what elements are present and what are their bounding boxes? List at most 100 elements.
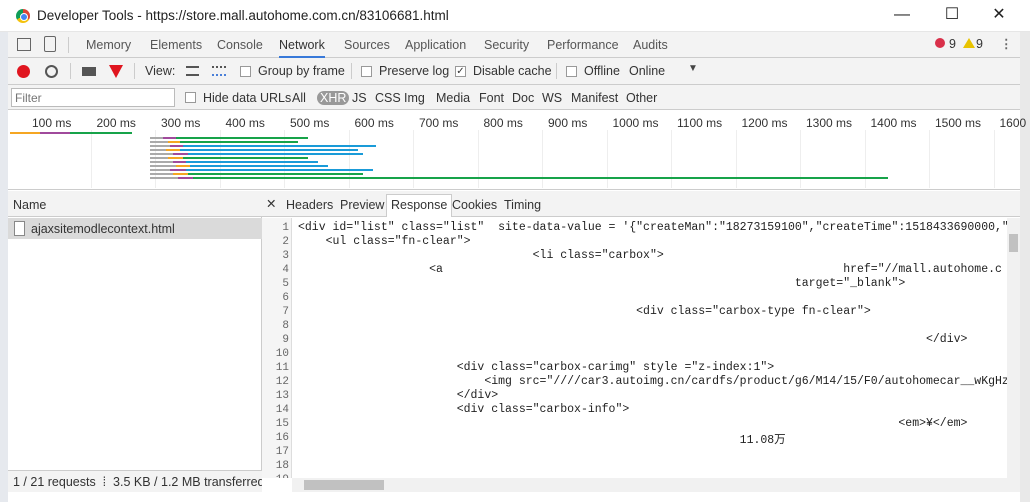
device-toolbar-icon[interactable] bbox=[44, 36, 56, 52]
preserve-log-checkbox[interactable] bbox=[361, 66, 372, 77]
waterfall-bar bbox=[150, 153, 173, 155]
vertical-scrollbar[interactable] bbox=[1007, 218, 1020, 478]
throttling-select[interactable]: Online bbox=[629, 64, 665, 78]
divider bbox=[134, 63, 135, 79]
filter-type-js[interactable]: JS bbox=[352, 91, 367, 105]
waterfall-bar bbox=[170, 145, 183, 147]
clear-icon[interactable] bbox=[45, 65, 58, 78]
large-rows-icon[interactable] bbox=[186, 66, 199, 76]
code-line: <div class="carbox-info"> bbox=[298, 403, 630, 416]
tab-timing[interactable]: Timing bbox=[504, 198, 541, 212]
waterfall-bar bbox=[186, 161, 318, 163]
warning-count[interactable]: 9 bbox=[976, 37, 983, 51]
timeline-gridline bbox=[800, 130, 801, 188]
tab-performance[interactable]: Performance bbox=[547, 38, 619, 52]
capture-screenshots-icon[interactable] bbox=[82, 67, 96, 76]
close-detail-icon[interactable]: ✕ bbox=[266, 196, 276, 211]
tab-console[interactable]: Console bbox=[217, 38, 263, 52]
network-overview[interactable]: 100 ms 200 ms 300 ms 400 ms 500 ms 600 ms 700 … bbox=[8, 110, 1026, 190]
waterfall-bar bbox=[180, 141, 298, 143]
timeline-tick-label: 1300 ms bbox=[806, 116, 853, 130]
name-column-header[interactable]: Name bbox=[8, 191, 262, 217]
timeline-gridline bbox=[864, 130, 866, 188]
waterfall-bar bbox=[150, 173, 173, 175]
timeline-gridline bbox=[348, 130, 350, 188]
timeline-tick-label: 1500 ms bbox=[935, 116, 982, 130]
tab-response[interactable]: Response bbox=[386, 194, 453, 217]
disable-cache-checkbox[interactable] bbox=[455, 66, 466, 77]
tab-headers[interactable]: Headers bbox=[286, 198, 333, 212]
line-number: 13 bbox=[275, 390, 289, 402]
error-icon[interactable] bbox=[935, 38, 945, 48]
tab-cookies[interactable]: Cookies bbox=[452, 198, 497, 212]
filter-input[interactable] bbox=[11, 88, 175, 107]
window-title: Developer Tools - https://store.mall.aut… bbox=[37, 8, 449, 23]
tab-application[interactable]: Application bbox=[405, 38, 466, 52]
waterfall-bar bbox=[150, 169, 170, 171]
waterfall-bar bbox=[150, 137, 163, 139]
error-count[interactable]: 9 bbox=[949, 37, 956, 51]
record-icon[interactable] bbox=[17, 65, 30, 78]
waterfall-bar bbox=[170, 169, 186, 171]
divider bbox=[556, 63, 557, 79]
filter-type-all[interactable]: All bbox=[292, 91, 306, 105]
close-window-button[interactable]: ✕ bbox=[979, 4, 1019, 28]
tab-elements[interactable]: Elements bbox=[150, 38, 202, 52]
code-line: <div id="list" class="list" site-data-va… bbox=[298, 221, 1007, 234]
filter-type-font[interactable]: Font bbox=[479, 91, 504, 105]
filter-type-other[interactable]: Other bbox=[626, 91, 657, 105]
timeline-tick-label: 200 ms bbox=[96, 116, 136, 130]
line-number: 4 bbox=[282, 264, 289, 276]
tab-audits[interactable]: Audits bbox=[633, 38, 668, 52]
offline-checkbox[interactable] bbox=[566, 66, 577, 77]
waterfall-bar bbox=[188, 153, 363, 155]
more-options-icon[interactable]: ⋮ bbox=[1000, 36, 1013, 51]
tab-security[interactable]: Security bbox=[484, 38, 529, 52]
timeline-gridline bbox=[993, 130, 995, 188]
code-line: <em>¥</em> bbox=[298, 417, 968, 430]
timeline-gridline bbox=[542, 130, 543, 188]
request-row[interactable]: ajaxsitemodlecontext.html bbox=[8, 218, 262, 239]
chevron-down-icon[interactable]: ▼ bbox=[688, 63, 698, 74]
filter-type-ws[interactable]: WS bbox=[542, 91, 562, 105]
timeline-tick-label: 1000 ms bbox=[612, 116, 659, 130]
waterfall-bar bbox=[183, 157, 308, 159]
waterfall-bar bbox=[10, 132, 40, 134]
filter-type-xhr[interactable]: XHR bbox=[317, 91, 350, 105]
filter-icon[interactable] bbox=[109, 65, 123, 78]
tab-sources[interactable]: Sources bbox=[344, 38, 390, 52]
divider bbox=[70, 63, 71, 79]
filter-type-doc[interactable]: Doc bbox=[512, 91, 534, 105]
line-number: 10 bbox=[275, 348, 289, 360]
minimize-button[interactable]: — bbox=[882, 4, 922, 28]
waterfall-bar bbox=[173, 161, 186, 163]
detail-tabs: ✕ Headers Preview Response Cookies Timing bbox=[262, 191, 1020, 217]
line-number: 14 bbox=[275, 404, 289, 416]
inspect-element-icon[interactable] bbox=[17, 38, 31, 51]
hide-data-urls-checkbox[interactable] bbox=[185, 92, 196, 103]
disable-cache-label: Disable cache bbox=[473, 64, 552, 78]
maximize-button[interactable]: ☐ bbox=[932, 4, 972, 28]
warning-icon[interactable] bbox=[963, 38, 975, 48]
filter-type-css[interactable]: CSS bbox=[375, 91, 401, 105]
overview-icon[interactable] bbox=[212, 66, 226, 76]
response-viewer[interactable]: 12345678910111213141516171819<div id="li… bbox=[262, 218, 1007, 478]
view-label: View: bbox=[145, 64, 176, 78]
horizontal-scrollbar[interactable] bbox=[292, 478, 1020, 492]
tab-preview[interactable]: Preview bbox=[340, 198, 384, 212]
code-line: <ul class="fn-clear"> bbox=[298, 235, 471, 248]
filter-type-manifest[interactable]: Manifest bbox=[571, 91, 618, 105]
filter-type-media[interactable]: Media bbox=[436, 91, 470, 105]
waterfall-bar bbox=[173, 173, 188, 175]
timeline-gridline bbox=[90, 130, 92, 188]
timeline-tick-label: 500 ms bbox=[290, 116, 330, 130]
scroll-thumb[interactable] bbox=[304, 480, 384, 490]
panel-tabs: 9 9 ⋮ Memory Elements Console Network Source… bbox=[8, 32, 1020, 58]
waterfall-bar bbox=[188, 173, 363, 175]
tab-network[interactable]: Network bbox=[279, 38, 325, 58]
name-header-label: Name bbox=[13, 198, 47, 212]
scroll-thumb[interactable] bbox=[1009, 234, 1018, 252]
filter-type-img[interactable]: Img bbox=[404, 91, 425, 105]
group-by-frame-checkbox[interactable] bbox=[240, 66, 251, 77]
tab-memory[interactable]: Memory bbox=[86, 38, 131, 52]
